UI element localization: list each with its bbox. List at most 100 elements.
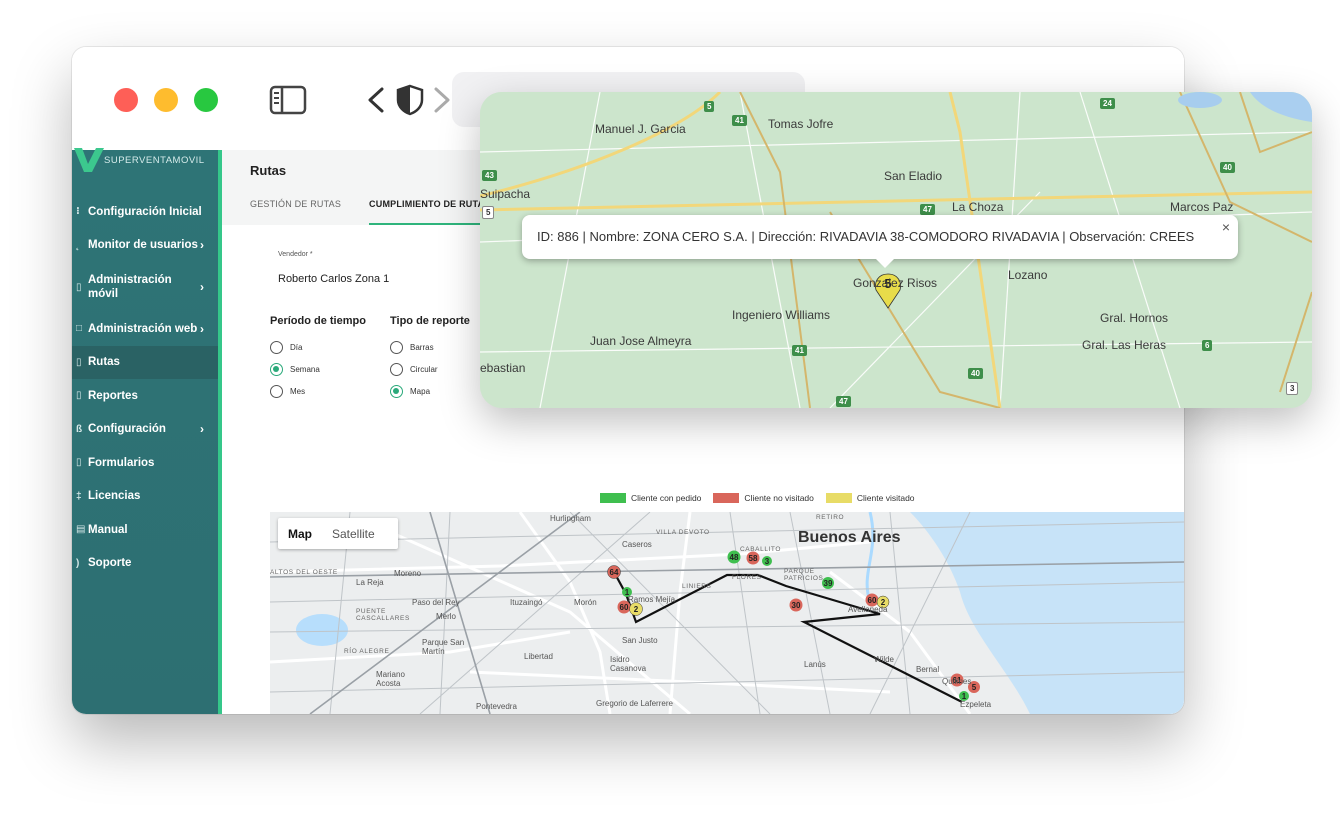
marker-detail-map[interactable]: 5 5 41 43 5 24 40 47 41 40 6 3 47 Manuel… [480,92,1312,408]
tab-gestion-rutas[interactable]: GESTIÓN DE RUTAS [250,195,341,225]
sidebar-item-soporte[interactable]: ) Soporte [72,547,218,581]
place-label: Libertad [524,652,553,661]
radio-semana[interactable]: Semana [270,363,320,376]
svg-text:58: 58 [749,554,758,563]
page-title: Rutas [250,163,287,178]
radio-mes[interactable]: Mes [270,385,305,398]
place-label: Ingeniero Williams [732,308,831,322]
sidebar-item-monitor-usuarios[interactable]: ˛ Monitor de usuarios › [72,229,218,263]
radio-circle [270,341,283,354]
place-label: Quilmes [942,677,972,686]
route-shield: 43 [482,170,497,181]
route-shield: 47 [920,204,935,215]
minimize-window-button[interactable] [154,88,178,112]
map-marker[interactable]: 64 [607,565,621,579]
radio-dia[interactable]: Día [270,341,302,354]
sidebar-nav: ⁝ Configuración Inicial ˛ Monitor de usuar… [72,195,218,580]
place-label: Buenos Aires [798,529,901,546]
place-label: Pontevedra [476,702,517,711]
legend-swatch [713,493,740,503]
radio-barras[interactable]: Barras [390,341,434,354]
legend-swatch [600,493,626,503]
radio-mapa[interactable]: Mapa [390,385,430,398]
radio-circular[interactable]: Circular [390,363,438,376]
place-label: Isidro Casanova [610,655,647,673]
sidebar-item-administracion-web[interactable]: □ Administración web › [72,312,218,346]
place-label: Lanús [804,660,826,669]
license-icon: ‡ [76,490,82,502]
radio-circle [270,385,283,398]
book-icon: ▤ [76,524,86,536]
tipo-title: Tipo de reporte [390,315,470,327]
svg-text:48: 48 [730,553,739,562]
user-icon: ˛ [76,239,80,251]
gear-icon: ⁝ [76,206,80,218]
place-label: La Choza [952,200,1004,214]
brand-logo-icon [74,148,104,172]
place-label: La Reja [356,578,384,587]
sidebar-item-manual[interactable]: ▤ Manual [72,513,218,547]
map-marker[interactable]: 58 [746,551,760,565]
vendedor-select[interactable]: Vendedor * Roberto Carlos Zona 1 [270,240,500,286]
place-label: Gregorio de Laferrere [596,699,673,708]
place-label: San Eladio [884,169,943,183]
radio-circle-selected [270,363,283,376]
legend-swatch [825,493,852,503]
phone-icon: ▯ [76,281,82,293]
place-label: Avellaneda [848,605,888,614]
place-label: Gonzalez Risos [853,276,938,290]
legend-item: Cliente con pedido [600,493,701,503]
place-label: Moreno [394,569,422,578]
chevron-right-icon: › [200,238,204,253]
svg-text:3: 3 [765,557,770,566]
place-label: LINIERS [682,583,712,590]
close-window-button[interactable] [114,88,138,112]
settings-icon: ß [76,423,83,435]
svg-text:2: 2 [634,605,639,614]
map-marker[interactable]: 48 [727,550,741,564]
place-label: RÍO ALEGRE [344,648,390,655]
place-label: Manuel J. Garcia [595,122,686,136]
info-window-tail [875,258,895,268]
zoom-window-button[interactable] [194,88,218,112]
route-map[interactable]: 64 1 60 2 48 58 3 39 30 60 2 61 5 1 Map … [270,512,1184,714]
place-label: Ezpeleta [960,700,992,709]
close-icon[interactable]: × [1222,219,1230,235]
place-label: Gral. Hornos [1100,311,1169,325]
place-label: ALTOS DEL OESTE [270,569,338,576]
form-icon: ▯ [76,457,82,469]
place-label: Marcos Paz [1170,200,1234,214]
sidebar-toggle-icon[interactable] [268,81,308,119]
route-shield: 24 [1100,98,1115,109]
svg-text:5: 5 [972,683,977,692]
vendedor-value: Roberto Carlos Zona 1 [278,273,390,285]
map-marker[interactable]: 3 [762,556,772,566]
sidebar-item-configuracion[interactable]: ß Configuración › [72,413,218,447]
sidebar-item-licencias[interactable]: ‡ Licencias [72,480,218,514]
sidebar-item-formularios[interactable]: ▯ Formularios [72,446,218,480]
map-button[interactable]: Map [278,527,322,541]
place-label: Parque San Martín [422,638,465,656]
map-marker[interactable]: 30 [789,598,803,612]
route-shield: 40 [1220,162,1235,173]
route-shield: 6 [1202,340,1213,351]
sidebar-item-reportes[interactable]: ▯ Reportes [72,379,218,413]
map-type-toggle: Map Satellite [278,518,398,549]
route-shield: 3 [1286,382,1299,395]
sidebar-item-administracion-movil[interactable]: ▯ Administración móvil › [72,262,218,312]
svg-text:60: 60 [868,596,877,605]
sidebar-item-rutas[interactable]: ▯ Rutas [72,345,218,379]
map-marker[interactable]: 2 [629,602,643,616]
place-label: ebastian [480,361,526,375]
place-label: Juan Jose Almeyra [590,334,692,348]
place-label: PUENTE CASCALLARES [356,608,410,622]
place-label: FLORES [732,574,762,581]
place-label: Ituzaingó [510,598,543,607]
place-label: Suipacha [480,187,531,201]
route-shield: 5 [704,101,715,112]
satellite-button[interactable]: Satellite [322,527,385,541]
radio-circle-selected [390,385,403,398]
monitor-icon: □ [76,323,83,335]
sidebar-item-configuracion-inicial[interactable]: ⁝ Configuración Inicial [72,195,218,229]
route-icon: ▯ [76,356,82,368]
